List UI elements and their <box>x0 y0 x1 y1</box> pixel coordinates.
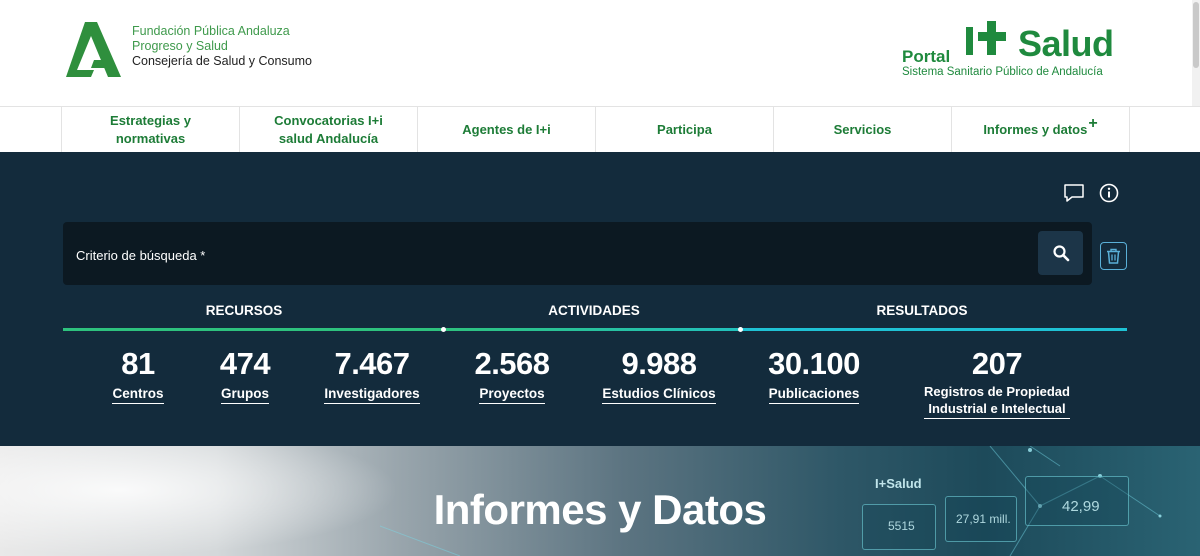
stat-estudios-clinicos: 9.988 Estudios Clínicos <box>594 347 724 404</box>
stat-centros: 81 Centros <box>98 347 178 404</box>
nav-item-estrategias[interactable]: Estrategias y normativas <box>61 107 239 152</box>
search-button[interactable] <box>1038 231 1083 275</box>
info-icon[interactable] <box>1097 181 1121 205</box>
trash-icon <box>1107 248 1120 264</box>
stat-label-line1: Registros de Propiedad <box>924 384 1070 399</box>
category-actividades: ACTIVIDADES <box>548 303 640 318</box>
portal-word: Portal <box>902 47 951 66</box>
stat-link-investigadores[interactable]: Investigadores <box>324 385 420 404</box>
stat-proyectos: 2.568 Proyectos <box>461 347 563 404</box>
nav-item-convocatorias[interactable]: Convocatorias I+i salud Andalucía <box>239 107 417 152</box>
search-icon <box>1052 245 1069 262</box>
stat-link-registros[interactable]: Registros de Propiedad Industrial e Inte… <box>924 383 1070 419</box>
stat-registros: 207 Registros de Propiedad Industrial e … <box>908 347 1086 419</box>
site-header: Fundación Pública Andaluza Progreso y Sa… <box>0 0 1200 106</box>
stat-label-line2: Industrial e Intelectual <box>928 401 1066 416</box>
stat-number: 207 <box>971 346 1023 381</box>
nav-item-participa[interactable]: Participa <box>595 107 773 152</box>
stat-number: 7.467 <box>334 346 410 381</box>
divider-dot <box>441 327 446 332</box>
search-input[interactable] <box>76 244 1016 266</box>
org-name: Fundación Pública Andaluza Progreso y Sa… <box>132 24 312 69</box>
nav-label: Participa <box>657 121 712 137</box>
org-line-1: Fundación Pública Andaluza <box>132 24 290 38</box>
salud-word: Salud <box>1018 23 1114 64</box>
nav-label-line2: normativas <box>115 130 186 146</box>
portal-subtitle: Sistema Sanitario Público de Andalucía <box>902 66 1103 78</box>
stat-investigadores: 7.467 Investigadores <box>311 347 433 404</box>
nav-item-agentes[interactable]: Agentes de I+i <box>417 107 595 152</box>
clear-search-button[interactable] <box>1100 242 1127 270</box>
nav-label: Servicios <box>833 121 892 137</box>
nav-label-line1: Convocatorias I+i <box>274 112 383 128</box>
scrollbar-thumb[interactable] <box>1193 2 1199 68</box>
junta-a-logo-icon <box>66 22 121 77</box>
category-recursos: RECURSOS <box>205 303 283 318</box>
stat-grupos: 474 Grupos <box>200 347 290 404</box>
nav-label-line1: Estrategias y <box>110 112 191 128</box>
org-line-3: Consejería de Salud y Consumo <box>132 54 312 68</box>
scrollbar[interactable] <box>1192 0 1200 106</box>
stat-link-proyectos[interactable]: Proyectos <box>479 385 545 404</box>
stat-number: 2.568 <box>474 346 550 381</box>
nav-label: Informes y datos <box>983 121 1088 137</box>
nav-label: Agentes de I+i <box>462 121 551 137</box>
nav-item-informes[interactable]: Informes y datos+ <box>951 107 1130 152</box>
main-nav: Estrategias y normativas Convocatorias I… <box>0 106 1200 152</box>
stat-link-publicaciones[interactable]: Publicaciones <box>768 385 860 404</box>
nav-item-servicios[interactable]: Servicios <box>773 107 951 152</box>
org-line-2: Progreso y Salud <box>132 39 228 53</box>
stat-number: 81 <box>121 346 155 381</box>
stat-number: 30.100 <box>768 346 860 381</box>
hero-title: Informes y Datos <box>433 486 767 533</box>
stat-number: 474 <box>219 346 271 381</box>
actividades-divider <box>444 328 741 331</box>
stat-link-centros[interactable]: Centros <box>112 385 164 404</box>
stat-publicaciones: 30.100 Publicaciones <box>754 347 874 404</box>
stat-number: 9.988 <box>621 346 697 381</box>
recursos-divider <box>63 328 444 331</box>
category-resultados: RESULTADOS <box>876 303 968 318</box>
resultados-divider <box>741 328 1127 331</box>
junta-andalucia-logo[interactable]: Fundación Pública Andaluza Progreso y Sa… <box>64 22 312 78</box>
search-box <box>63 222 1092 285</box>
comment-icon[interactable] <box>1062 181 1086 205</box>
divider-dot <box>738 327 743 332</box>
portal-salud-logo[interactable]: Portal Salud Sistema Sanitario Público d… <box>902 20 1128 84</box>
cross-plus-icon <box>966 21 1006 55</box>
search-panel: RECURSOS ACTIVIDADES RESULTADOS 81 Centr… <box>0 152 1200 446</box>
nav-label-line2: salud Andalucía <box>278 130 379 146</box>
plus-icon: + <box>1088 114 1098 132</box>
hero-banner: I+Salud 5515 27,91 mill. 42,99 Informes … <box>0 446 1200 556</box>
stat-link-estudios-clinicos[interactable]: Estudios Clínicos <box>602 385 716 404</box>
stat-link-grupos[interactable]: Grupos <box>220 385 269 404</box>
